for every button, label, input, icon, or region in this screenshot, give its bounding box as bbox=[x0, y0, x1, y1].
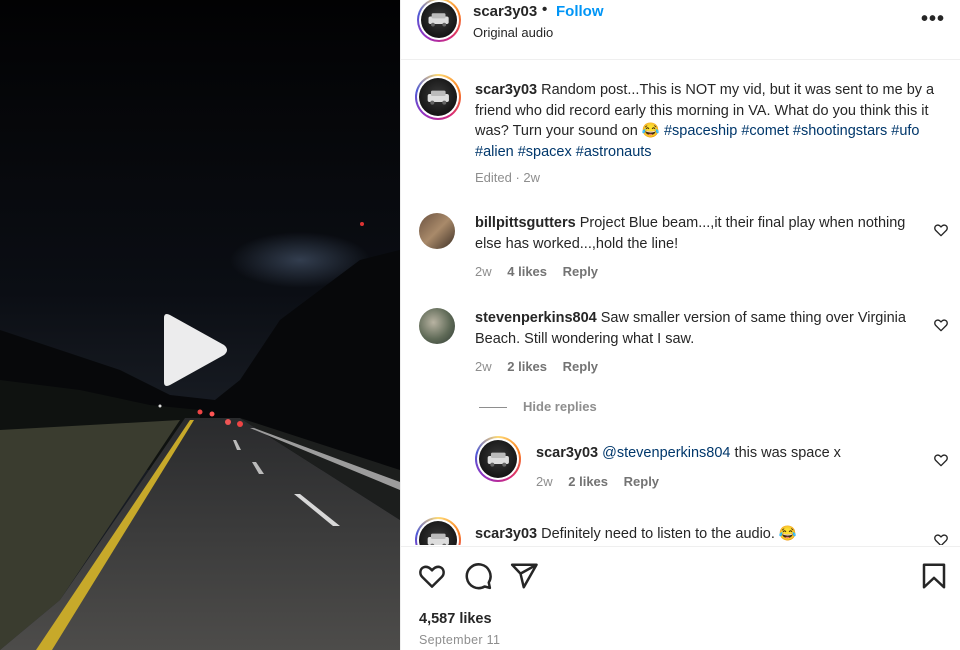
hashtag[interactable]: #alien bbox=[475, 144, 514, 160]
caption-meta: Edited · 2w bbox=[475, 170, 541, 185]
reply-button[interactable]: Reply bbox=[624, 474, 659, 489]
comment-username[interactable]: stevenperkins804 bbox=[475, 310, 597, 326]
author-username[interactable]: scar3y03 bbox=[473, 3, 537, 20]
bookmark-icon[interactable] bbox=[919, 561, 949, 591]
video-player[interactable] bbox=[0, 0, 400, 650]
car-logo-icon bbox=[428, 13, 450, 27]
author-avatar[interactable] bbox=[417, 0, 461, 42]
heart-icon[interactable] bbox=[933, 532, 949, 545]
reply-avatar[interactable] bbox=[475, 436, 521, 482]
likes-count[interactable]: 4,587 likes bbox=[419, 611, 492, 627]
reply-username[interactable]: scar3y03 bbox=[536, 445, 598, 461]
follow-button[interactable]: Follow bbox=[556, 3, 604, 20]
divider-line bbox=[479, 407, 507, 409]
reply-likes[interactable]: 2 likes bbox=[568, 474, 608, 489]
post-panel: scar3y03 • Follow Original audio ••• sca… bbox=[400, 0, 960, 650]
comment-text-block: scar3y03 Definitely need to listen to th… bbox=[475, 524, 935, 545]
comment-text: Definitely need to listen to the audio. … bbox=[541, 526, 797, 542]
heart-icon[interactable] bbox=[933, 452, 949, 468]
post-date[interactable]: September 11 bbox=[419, 633, 500, 647]
commenter-avatar[interactable] bbox=[415, 517, 461, 545]
comment-text-block: billpittsgutters Project Blue beam...,it… bbox=[475, 213, 935, 254]
reply-text-block: scar3y03 @stevenperkins804 this was spac… bbox=[536, 443, 926, 464]
comment-likes[interactable]: 2 likes bbox=[507, 359, 547, 374]
hashtag[interactable]: #spaceship bbox=[664, 123, 737, 139]
action-bar: 4,587 likes September 11 bbox=[401, 546, 960, 650]
comment-username[interactable]: billpittsgutters bbox=[475, 215, 576, 231]
post-header: scar3y03 • Follow Original audio ••• bbox=[401, 0, 960, 60]
commenter-avatar[interactable] bbox=[419, 213, 455, 249]
comment-meta: 2w 2 likes Reply bbox=[475, 359, 610, 374]
comment-icon[interactable] bbox=[463, 561, 493, 591]
heart-icon[interactable] bbox=[417, 561, 447, 591]
comment-meta: 2w 4 likes Reply bbox=[475, 264, 610, 279]
hashtag[interactable]: #ufo bbox=[891, 123, 919, 139]
comment-likes[interactable]: 4 likes bbox=[507, 264, 547, 279]
play-icon bbox=[164, 314, 227, 386]
car-logo-icon bbox=[427, 90, 449, 105]
comment-text-block: stevenperkins804 Saw smaller version of … bbox=[475, 308, 935, 349]
car-logo-icon bbox=[487, 452, 509, 467]
hide-replies-button[interactable]: Hide replies bbox=[479, 399, 597, 414]
reply-text: this was space x bbox=[734, 445, 841, 461]
more-icon[interactable]: ••• bbox=[921, 8, 945, 31]
hashtag[interactable]: #astronauts bbox=[576, 144, 652, 160]
separator-dot: • bbox=[542, 1, 548, 18]
play-button[interactable] bbox=[158, 312, 230, 388]
reply-button[interactable]: Reply bbox=[563, 359, 598, 374]
caption-avatar[interactable] bbox=[415, 74, 461, 120]
car-logo-icon bbox=[427, 533, 449, 545]
share-icon[interactable] bbox=[509, 561, 539, 591]
hashtag[interactable]: #shootingstars bbox=[793, 123, 887, 139]
hashtag[interactable]: #spacex bbox=[518, 144, 572, 160]
reply-button[interactable]: Reply bbox=[563, 264, 598, 279]
reply-mention[interactable]: @stevenperkins804 bbox=[602, 445, 730, 461]
caption-username[interactable]: scar3y03 bbox=[475, 82, 537, 98]
comments-list[interactable]: scar3y03 Random post...This is NOT my vi… bbox=[401, 61, 960, 545]
caption-text-block: scar3y03 Random post...This is NOT my vi… bbox=[475, 80, 935, 162]
comment-age: 2w bbox=[475, 264, 492, 279]
hashtag[interactable]: #comet bbox=[741, 123, 789, 139]
heart-icon[interactable] bbox=[933, 222, 949, 238]
commenter-avatar[interactable] bbox=[419, 308, 455, 344]
comment-username[interactable]: scar3y03 bbox=[475, 526, 537, 542]
reply-meta: 2w 2 likes Reply bbox=[536, 474, 671, 489]
comment-age: 2w bbox=[475, 359, 492, 374]
hide-replies-label: Hide replies bbox=[523, 399, 597, 414]
audio-label[interactable]: Original audio bbox=[473, 25, 553, 40]
reply-age: 2w bbox=[536, 474, 553, 489]
heart-icon[interactable] bbox=[933, 317, 949, 333]
